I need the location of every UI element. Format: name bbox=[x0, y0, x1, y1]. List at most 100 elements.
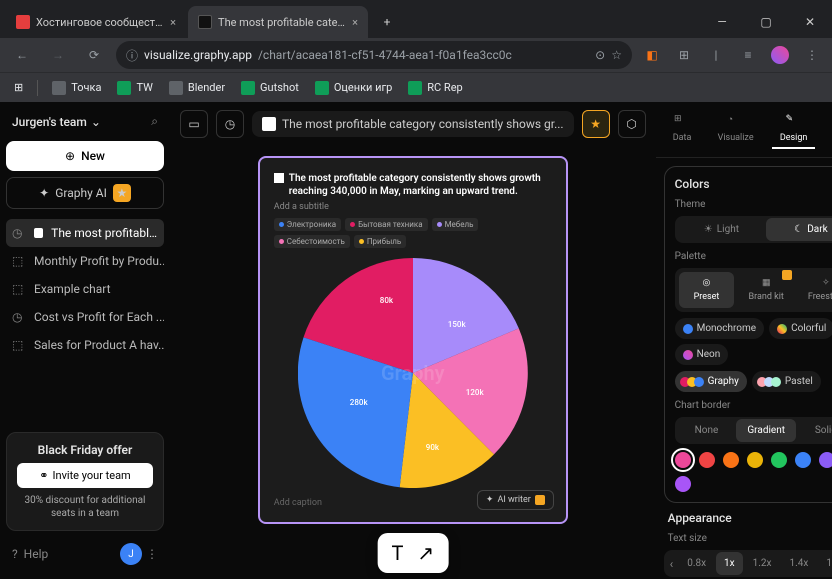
window-controls: — ▢ ✕ bbox=[700, 6, 832, 38]
forward-button[interactable]: → bbox=[44, 41, 72, 69]
border-solid-button[interactable]: Solid bbox=[796, 419, 832, 442]
new-button[interactable]: ⊕New bbox=[6, 141, 164, 171]
site-info-icon[interactable]: ⓘ bbox=[126, 47, 138, 64]
floating-toolbar: T ↗ bbox=[377, 533, 448, 573]
tab-design[interactable]: ✎Design bbox=[772, 110, 816, 149]
reload-button[interactable]: ⟳ bbox=[80, 41, 108, 69]
extensions-button[interactable]: ⊞ bbox=[672, 43, 696, 67]
tab-title: Хостинговое сообщество «Tin bbox=[36, 16, 164, 29]
search-icon[interactable]: ⌕ bbox=[151, 114, 158, 129]
swatch[interactable] bbox=[723, 452, 739, 468]
scheme-graphy[interactable]: Graphy bbox=[675, 371, 747, 392]
border-gradient-button[interactable]: Gradient bbox=[736, 419, 796, 442]
browser-tab-2[interactable]: The most profitable catego × bbox=[188, 6, 368, 38]
expand-button[interactable]: ↗ bbox=[417, 541, 434, 565]
text-tool-button[interactable]: T bbox=[391, 541, 403, 565]
size-option[interactable]: 1.4x bbox=[781, 552, 816, 575]
tab-data[interactable]: ⊞Data bbox=[665, 110, 700, 149]
palette-brandkit-button[interactable]: ▦Brand kit bbox=[738, 272, 794, 308]
theme-light-button[interactable]: ☀Light bbox=[677, 218, 767, 241]
bookmark-item[interactable]: Gutshot bbox=[235, 77, 305, 99]
close-icon[interactable]: × bbox=[352, 16, 358, 29]
invite-team-button[interactable]: ⚭Invite your team bbox=[17, 463, 153, 488]
color-dot bbox=[777, 324, 787, 334]
size-option[interactable]: 0.8x bbox=[679, 552, 714, 575]
back-button[interactable]: ← bbox=[8, 41, 36, 69]
swatch[interactable] bbox=[771, 452, 787, 468]
more-icon[interactable]: ⋮ bbox=[146, 547, 158, 561]
user-avatar[interactable]: J bbox=[120, 543, 142, 565]
tab-favicon bbox=[198, 15, 212, 29]
size-option[interactable]: 1x bbox=[716, 552, 743, 575]
sidebar-item[interactable]: ◷The most profitable ... bbox=[6, 219, 164, 247]
new-tab-button[interactable]: + bbox=[374, 9, 400, 35]
sidebar-item[interactable]: ⬚Example chart bbox=[6, 275, 164, 303]
menu-button[interactable]: ⋮ bbox=[800, 43, 824, 67]
legend-item[interactable]: Бытовая техника bbox=[345, 218, 427, 231]
search-icon[interactable]: ⊙ bbox=[595, 48, 605, 62]
bookmark-item[interactable]: TW bbox=[111, 77, 158, 99]
legend-item[interactable]: Электроника bbox=[274, 218, 341, 231]
legend-item[interactable]: Мебель bbox=[432, 218, 479, 231]
star-badge-icon: ★ bbox=[113, 184, 131, 202]
palette-freestyle-button[interactable]: ✧Freestyle bbox=[798, 272, 832, 308]
sidebar-item[interactable]: ◷Cost vs Profit for Each ... bbox=[6, 303, 164, 331]
slice-label: 280k bbox=[350, 398, 368, 407]
close-button[interactable]: ✕ bbox=[788, 6, 832, 38]
close-icon[interactable]: × bbox=[170, 16, 176, 29]
design-icon: ✎ bbox=[786, 114, 802, 130]
bookmark-folder[interactable]: Точка bbox=[46, 77, 107, 99]
favorite-button[interactable]: ★ bbox=[582, 110, 610, 138]
sidebar-item[interactable]: ⬚Sales for Product A hav... bbox=[6, 331, 164, 359]
extension-icon[interactable]: ◧ bbox=[640, 43, 664, 67]
swatch[interactable] bbox=[675, 452, 691, 468]
bookmark-item[interactable]: Оценки игр bbox=[309, 77, 398, 99]
profile-avatar[interactable] bbox=[768, 43, 792, 67]
swatch[interactable] bbox=[699, 452, 715, 468]
ai-writer-button[interactable]: ✦AI writer bbox=[477, 490, 554, 510]
swatch[interactable] bbox=[795, 452, 811, 468]
browser-tab-1[interactable]: Хостинговое сообщество «Tin × bbox=[6, 6, 186, 38]
legend-item[interactable]: Себестоимость bbox=[274, 235, 350, 248]
url-input[interactable]: ⓘ visualize.graphy.app/chart/acaea181-cf… bbox=[116, 41, 632, 69]
bookmark-star-icon[interactable]: ☆ bbox=[611, 48, 622, 62]
apps-button[interactable]: ⊞ bbox=[8, 77, 29, 98]
maximize-button[interactable]: ▢ bbox=[744, 6, 788, 38]
legend-item[interactable]: Прибыль bbox=[354, 235, 406, 248]
scheme-pastel[interactable]: Pastel bbox=[752, 371, 821, 392]
chevron-down-icon: ⌄ bbox=[91, 115, 101, 129]
swatch[interactable] bbox=[819, 452, 832, 468]
reading-list-icon[interactable]: ≡ bbox=[736, 43, 760, 67]
sidebar-item[interactable]: ⬚Monthly Profit by Produ... bbox=[6, 247, 164, 275]
theme-dark-button[interactable]: ☾Dark bbox=[766, 218, 832, 241]
history-button[interactable]: ◷ bbox=[216, 110, 244, 138]
palette-preset-button[interactable]: ◎Preset bbox=[679, 272, 735, 308]
sheet-icon bbox=[315, 81, 329, 95]
colors-header[interactable]: Colors⌄ bbox=[675, 177, 832, 191]
share-button[interactable]: ⬡ bbox=[618, 110, 646, 138]
help-button[interactable]: ?Help bbox=[12, 547, 48, 561]
bookmark-item[interactable]: RC Rep bbox=[402, 77, 468, 99]
layout-button[interactable]: ▭ bbox=[180, 110, 208, 138]
chart-title[interactable]: The most profitable category consistentl… bbox=[274, 172, 552, 198]
scheme-colorful[interactable]: Colorful bbox=[769, 318, 832, 339]
swatch[interactable] bbox=[675, 476, 691, 492]
graphy-ai-button[interactable]: ✦Graphy AI★ bbox=[6, 177, 164, 209]
chart-subtitle[interactable]: Add a subtitle bbox=[274, 202, 552, 212]
appearance-header[interactable]: Appearance⌄ bbox=[664, 511, 832, 525]
tab-visualize[interactable]: ◔Visualize bbox=[710, 110, 762, 149]
swatch[interactable] bbox=[747, 452, 763, 468]
tab-export[interactable]: ⤴Export bbox=[826, 110, 832, 149]
border-none-button[interactable]: None bbox=[677, 419, 737, 442]
minimize-button[interactable]: — bbox=[700, 6, 744, 38]
size-option[interactable]: 1.6x bbox=[818, 552, 832, 575]
chart-card[interactable]: The most profitable category consistentl… bbox=[258, 156, 568, 524]
size-option[interactable]: 1.2x bbox=[745, 552, 780, 575]
scheme-neon[interactable]: Neon bbox=[675, 344, 729, 365]
bookmark-folder[interactable]: Blender bbox=[163, 77, 231, 99]
team-switcher[interactable]: Jurgen's team⌄ bbox=[12, 115, 101, 129]
document-title[interactable]: The most profitable category consistentl… bbox=[252, 111, 574, 137]
chevron-left-icon[interactable]: ‹ bbox=[666, 557, 678, 571]
palette-type-row: ◎Preset ▦Brand kit ✧Freestyle bbox=[675, 268, 832, 312]
scheme-monochrome[interactable]: Monochrome bbox=[675, 318, 764, 339]
